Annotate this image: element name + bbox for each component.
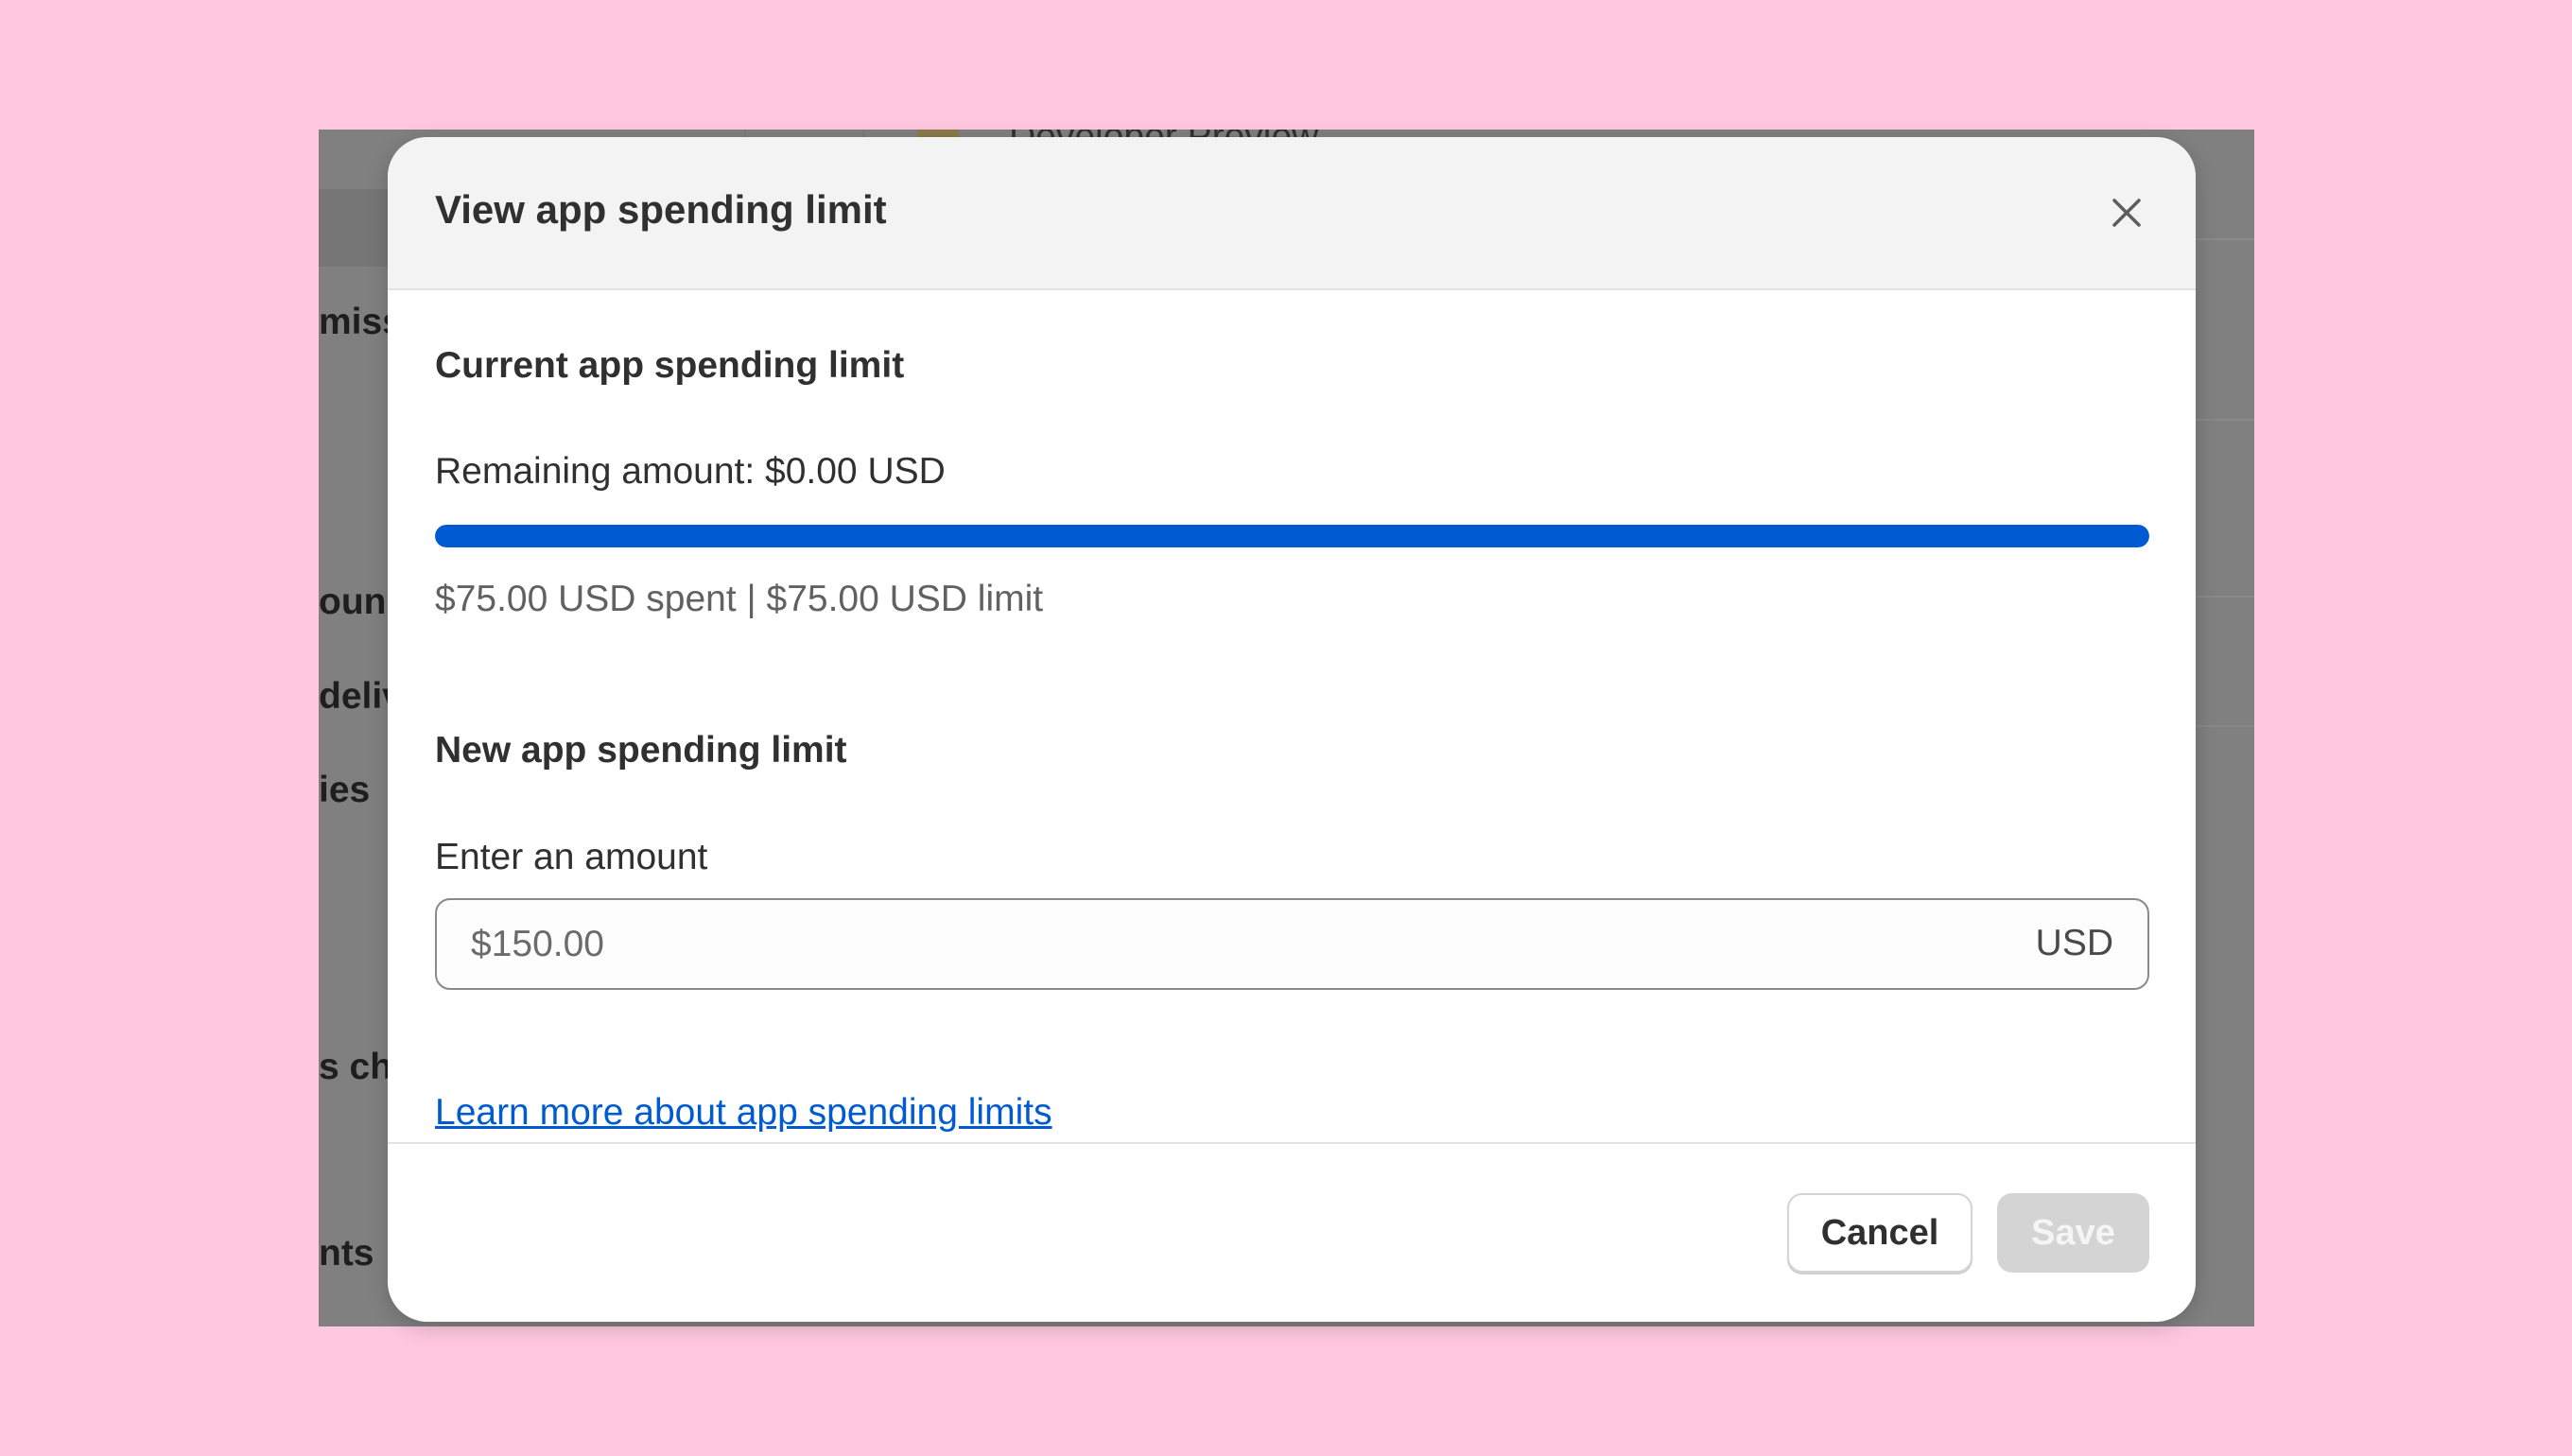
cancel-button[interactable]: Cancel — [1787, 1193, 1972, 1273]
modal-header: View app spending limit — [388, 137, 2196, 290]
spent-summary: $75.00 USD spent | $75.00 USD limit — [435, 579, 1044, 619]
background-nav-item: ies — [319, 770, 371, 810]
background-divider — [744, 130, 746, 137]
spending-limit-modal: View app spending limit Current app spen… — [388, 137, 2196, 1322]
background-nav-item: nts — [319, 1233, 374, 1274]
close-icon — [2112, 199, 2141, 227]
amount-input[interactable] — [471, 900, 1889, 988]
currency-suffix: USD — [2035, 923, 2113, 963]
amount-field[interactable]: USD — [435, 898, 2149, 990]
background-divider — [2188, 238, 2254, 240]
background-divider — [2188, 419, 2254, 421]
background-nav-item: oun — [319, 581, 387, 622]
spending-progress-bar — [435, 525, 2149, 547]
footer-divider — [388, 1142, 2196, 1144]
current-limit-heading: Current app spending limit — [435, 345, 905, 386]
modal-title: View app spending limit — [435, 187, 887, 232]
background-divider — [862, 130, 864, 137]
save-button[interactable]: Save — [1997, 1193, 2149, 1273]
learn-more-link[interactable]: Learn more about app spending limits — [435, 1092, 1052, 1134]
close-button[interactable] — [2103, 189, 2150, 236]
background-divider — [2188, 725, 2254, 727]
amount-field-label: Enter an amount — [435, 837, 708, 877]
background-divider — [2188, 596, 2254, 598]
new-limit-heading: New app spending limit — [435, 730, 847, 771]
remaining-amount: Remaining amount: $0.00 USD — [435, 451, 946, 492]
spending-progress-fill — [435, 525, 2149, 547]
background-nav-item: s ch — [319, 1047, 393, 1087]
